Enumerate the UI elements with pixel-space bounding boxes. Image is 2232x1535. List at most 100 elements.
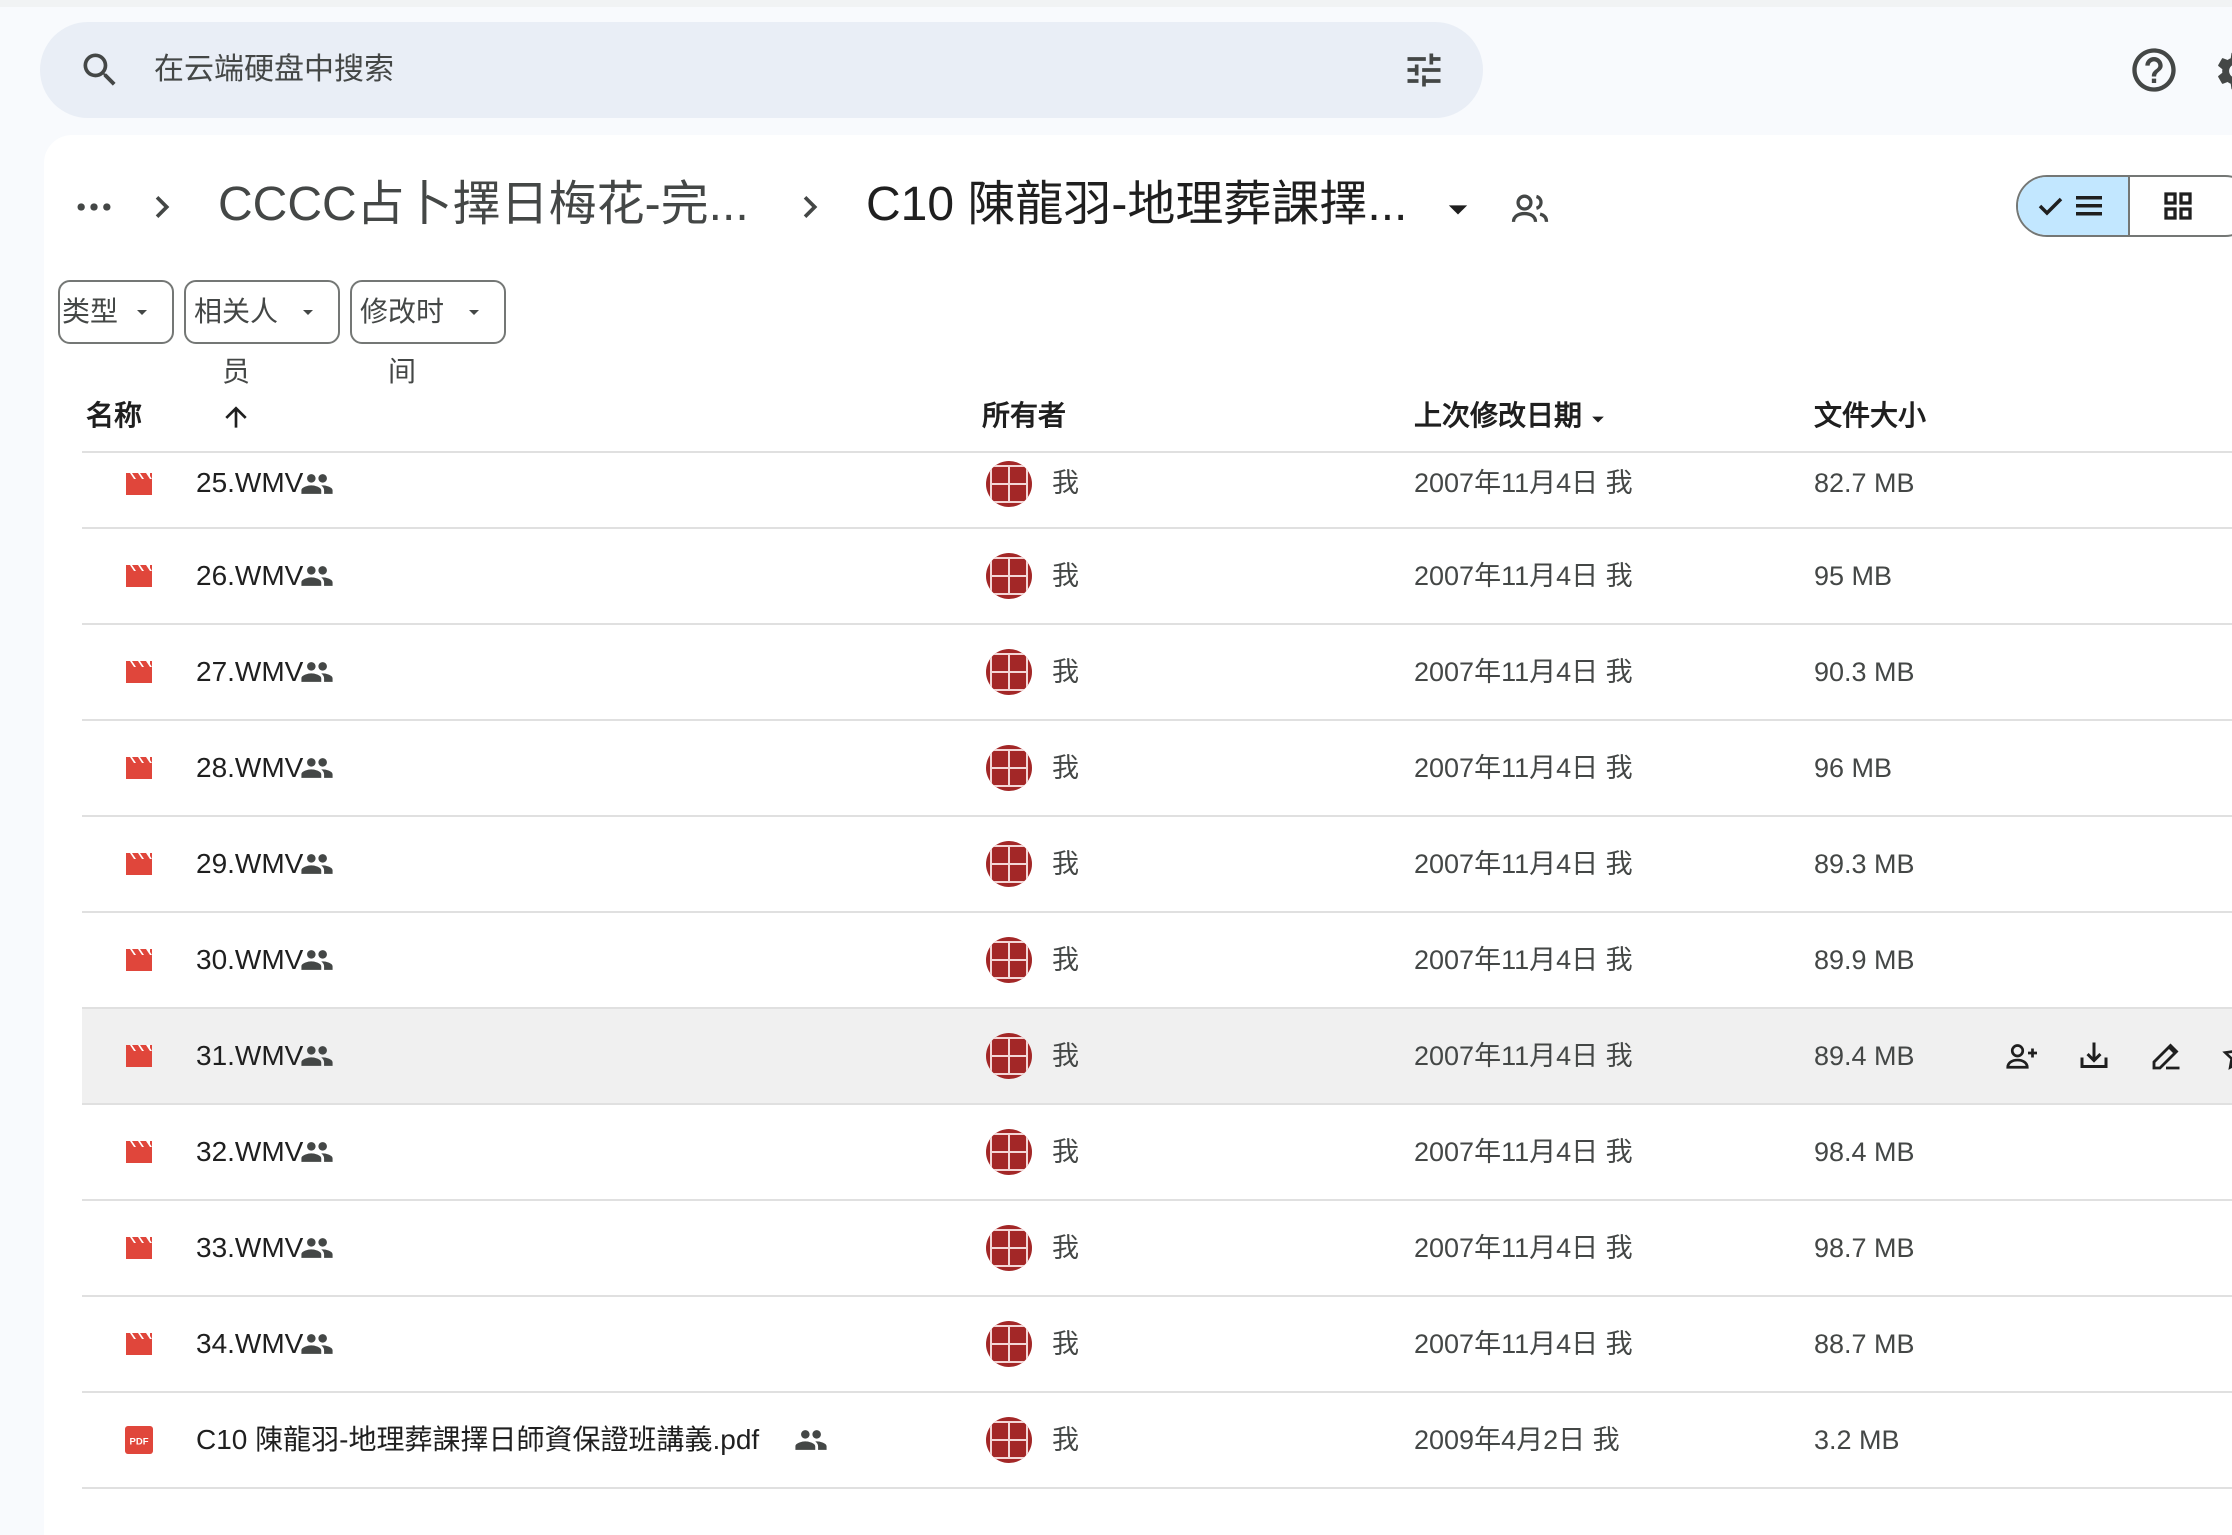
chevron-down-icon xyxy=(303,310,313,315)
breadcrumb-parent[interactable]: CCCC占卜擇日梅花-完... xyxy=(218,173,749,237)
people-icon xyxy=(300,467,334,501)
filter-modified-label: 修改时间 xyxy=(359,296,444,387)
owner-name: 我 xyxy=(1052,1041,1079,1071)
file-row[interactable]: 33.WMV 我 2007年11月4日 我 98.7 MB xyxy=(82,1201,2232,1297)
filter-type-label: 类型 xyxy=(61,296,118,327)
owner-name: 我 xyxy=(1052,1233,1079,1263)
file-size: 88.7 MB xyxy=(1814,1329,1915,1359)
video-clapper-icon xyxy=(126,949,152,971)
file-name[interactable]: 28.WMV xyxy=(196,721,303,815)
file-name[interactable]: 29.WMV xyxy=(196,817,303,911)
filter-people-chip[interactable]: 相关人员 xyxy=(184,280,340,387)
file-name[interactable]: 25.WMV xyxy=(196,453,303,513)
chevron-down-icon xyxy=(469,310,479,315)
file-size: 3.2 MB xyxy=(1814,1425,1900,1455)
video-clapper-icon xyxy=(126,757,152,779)
avatar xyxy=(986,1129,1032,1175)
modified-date: 2007年11月4日 我 xyxy=(1414,1329,1633,1359)
file-name[interactable]: 33.WMV xyxy=(196,1201,303,1295)
column-owner-header[interactable]: 所有者 xyxy=(982,385,1066,447)
file-row[interactable]: 27.WMV 我 2007年11月4日 我 90.3 MB xyxy=(82,625,2232,721)
star-icon[interactable] xyxy=(2220,1038,2232,1074)
file-row[interactable]: 28.WMV 我 2007年11月4日 我 96 MB xyxy=(82,721,2232,817)
shared-folder-icon xyxy=(1511,194,1549,223)
file-name[interactable]: 32.WMV xyxy=(196,1105,303,1199)
file-name[interactable]: 31.WMV xyxy=(196,1009,303,1103)
file-list-panel: CCCC占卜擇日梅花-完... C10 陳龍羽-地理葬課擇... 类型 相关人员… xyxy=(44,135,2232,1535)
modified-date: 2007年11月4日 我 xyxy=(1414,561,1633,591)
sort-dropdown-icon[interactable] xyxy=(1584,405,1612,433)
file-size: 89.9 MB xyxy=(1814,945,1915,975)
file-row[interactable]: 30.WMV 我 2007年11月4日 我 89.9 MB xyxy=(82,913,2232,1009)
column-name-header[interactable]: 名称 xyxy=(86,385,142,447)
chevron-down-icon xyxy=(137,310,147,315)
chevron-right-icon xyxy=(155,196,170,218)
search-options-icon[interactable] xyxy=(1402,48,1446,92)
column-size-header[interactable]: 文件大小 xyxy=(1814,385,1926,447)
breadcrumb: CCCC占卜擇日梅花-完... C10 陳龍羽-地理葬課擇... xyxy=(44,135,2232,275)
top-border xyxy=(0,0,2232,7)
folder-menu-dropdown-icon[interactable] xyxy=(1436,187,1480,231)
file-row[interactable]: 26.WMV 我 2007年11月4日 我 95 MB xyxy=(82,529,2232,625)
modified-date: 2009年4月2日 我 xyxy=(1414,1425,1620,1455)
pdf-icon: PDF xyxy=(125,1426,153,1454)
people-icon xyxy=(300,751,334,785)
modified-date: 2007年11月4日 我 xyxy=(1414,468,1633,498)
video-clapper-icon xyxy=(126,1045,152,1067)
avatar xyxy=(986,841,1032,887)
modified-date: 2007年11月4日 我 xyxy=(1414,1233,1633,1263)
search-input[interactable]: 在云端硬盘中搜索 xyxy=(154,50,394,90)
file-name[interactable]: 26.WMV xyxy=(196,529,303,623)
sort-ascending-icon[interactable] xyxy=(220,401,252,433)
file-row[interactable]: 32.WMV 我 2007年11月4日 我 98.4 MB xyxy=(82,1105,2232,1201)
column-modified-header[interactable]: 上次修改日期 xyxy=(1414,385,1582,447)
search-bar[interactable]: 在云端硬盘中搜索 xyxy=(40,22,1483,118)
rename-icon[interactable] xyxy=(2148,1038,2184,1074)
owner-name: 我 xyxy=(1052,468,1079,498)
avatar xyxy=(986,1321,1032,1367)
file-size: 82.7 MB xyxy=(1814,468,1915,498)
file-row[interactable]: 34.WMV 我 2007年11月4日 我 88.7 MB xyxy=(82,1297,2232,1393)
filter-modified-chip[interactable]: 修改时间 xyxy=(350,280,506,387)
chevron-right-icon xyxy=(803,196,818,218)
people-icon xyxy=(300,1231,334,1265)
file-name[interactable]: 34.WMV xyxy=(196,1297,303,1391)
owner-name: 我 xyxy=(1052,945,1079,975)
owner-name: 我 xyxy=(1052,753,1079,783)
avatar xyxy=(986,745,1032,791)
file-size: 98.4 MB xyxy=(1814,1137,1915,1167)
video-clapper-icon xyxy=(126,565,152,587)
file-name[interactable]: 27.WMV xyxy=(196,625,303,719)
file-row[interactable]: 25.WMV 我 2007年11月4日 我 82.7 MB xyxy=(82,453,2232,529)
share-icon[interactable] xyxy=(2004,1038,2040,1074)
view-toggle xyxy=(2016,175,2232,237)
video-clapper-icon xyxy=(126,661,152,683)
people-icon xyxy=(300,847,334,881)
avatar xyxy=(986,1417,1032,1463)
avatar xyxy=(986,649,1032,695)
modified-date: 2007年11月4日 我 xyxy=(1414,657,1633,687)
breadcrumb-current-folder[interactable]: C10 陳龍羽-地理葬課擇... xyxy=(866,173,1407,237)
download-icon[interactable] xyxy=(2076,1038,2112,1074)
file-row[interactable]: PDF C10 陳龍羽-地理葬課擇日師資保證班講義.pdf 我 2009年4月2日 我… xyxy=(82,1393,2232,1489)
grid-view-button[interactable] xyxy=(2130,177,2232,235)
file-row[interactable]: 29.WMV 我 2007年11月4日 我 89.3 MB xyxy=(82,817,2232,913)
filter-type-chip[interactable]: 类型 xyxy=(58,280,174,344)
modified-date: 2007年11月4日 我 xyxy=(1414,849,1633,879)
search-icon[interactable] xyxy=(78,48,122,92)
video-clapper-icon xyxy=(126,1333,152,1355)
people-icon xyxy=(300,559,334,593)
settings-icon[interactable] xyxy=(2213,48,2232,94)
list-view-button[interactable] xyxy=(2018,177,2130,235)
file-name[interactable]: 30.WMV xyxy=(196,913,303,1007)
help-icon[interactable] xyxy=(2128,44,2180,96)
avatar xyxy=(986,461,1032,507)
more-horizontal-icon[interactable] xyxy=(72,185,116,229)
people-icon xyxy=(794,1423,828,1457)
file-name[interactable]: C10 陳龍羽-地理葬課擇日師資保證班講義.pdf xyxy=(196,1393,759,1487)
avatar xyxy=(986,937,1032,983)
file-row[interactable]: 31.WMV 我 2007年11月4日 我 89.4 MB xyxy=(82,1009,2232,1105)
people-icon xyxy=(300,943,334,977)
grid-icon xyxy=(2164,192,2192,220)
people-icon xyxy=(300,1039,334,1073)
